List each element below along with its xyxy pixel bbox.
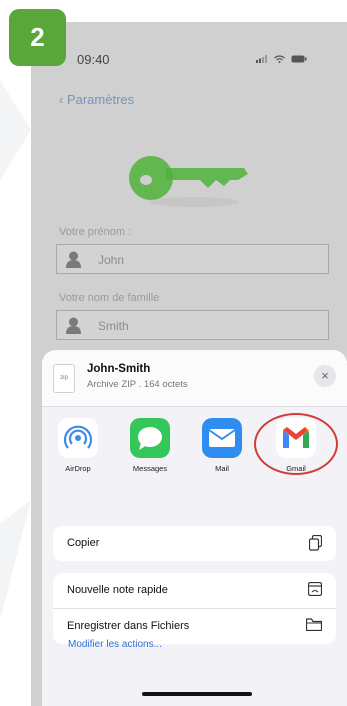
background-shape-top <box>0 80 31 180</box>
zip-file-icon: zip <box>53 364 75 393</box>
battery-icon <box>291 55 307 63</box>
messages-icon <box>130 418 170 458</box>
last-name-field[interactable]: Smith <box>56 310 329 340</box>
person-icon <box>66 251 81 268</box>
app-label: Messages <box>132 464 168 473</box>
app-label: AirDrop <box>65 464 91 473</box>
folder-icon <box>306 618 322 631</box>
share-file-header: zip John-Smith Archive ZIP . 164 octets … <box>42 350 347 407</box>
action-label: Enregistrer dans Fichiers <box>67 620 190 632</box>
file-name: John-Smith <box>87 363 151 375</box>
share-apps-row: AirDrop Messages Mail Gmail <box>42 413 347 488</box>
back-button[interactable]: ‹ Paramètres <box>59 92 134 107</box>
first-name-value: John <box>98 253 125 267</box>
person-icon <box>66 317 81 334</box>
phone-screen: 09:40 ‹ Paramètres Votre prénom : John V… <box>31 22 347 706</box>
actions-group-copy: Copier <box>53 526 336 561</box>
gmail-highlight-circle <box>254 413 338 475</box>
app-airdrop[interactable]: AirDrop <box>50 418 106 473</box>
signal-icon <box>256 55 267 63</box>
first-name-field[interactable]: John <box>56 244 329 274</box>
action-label: Nouvelle note rapide <box>67 584 168 596</box>
status-icons <box>256 55 307 63</box>
mail-icon <box>202 418 242 458</box>
quick-note-icon <box>308 582 322 596</box>
app-messages[interactable]: Messages <box>122 418 178 473</box>
app-label: Mail <box>215 464 229 473</box>
copy-icon <box>309 535 322 551</box>
file-subtitle: Archive ZIP . 164 octets <box>87 379 188 390</box>
actions-group-files: Nouvelle note rapide Enregistrer dans Fi… <box>53 573 336 644</box>
action-quick-note[interactable]: Nouvelle note rapide <box>53 573 336 608</box>
wifi-icon <box>274 55 285 63</box>
home-indicator <box>142 692 252 696</box>
status-bar: 09:40 <box>31 52 347 72</box>
action-copy[interactable]: Copier <box>53 526 336 561</box>
last-name-label: Votre nom de famille <box>59 292 160 304</box>
key-icon <box>129 156 248 207</box>
first-name-label: Votre prénom : <box>59 226 132 238</box>
back-label: Paramètres <box>66 92 135 107</box>
close-button[interactable]: × <box>314 365 336 387</box>
close-icon: × <box>321 368 329 383</box>
airdrop-icon <box>58 418 98 458</box>
last-name-value: Smith <box>98 319 129 333</box>
background-shape-bottom <box>0 500 31 620</box>
action-label: Copier <box>67 537 100 549</box>
chevron-left-icon: ‹ <box>59 92 67 107</box>
share-sheet: zip John-Smith Archive ZIP . 164 octets … <box>42 350 347 706</box>
edit-actions-link[interactable]: Modifier les actions... <box>68 639 162 650</box>
step-number-badge: 2 <box>9 9 66 66</box>
app-mail[interactable]: Mail <box>194 418 250 473</box>
status-time: 09:40 <box>77 52 110 67</box>
